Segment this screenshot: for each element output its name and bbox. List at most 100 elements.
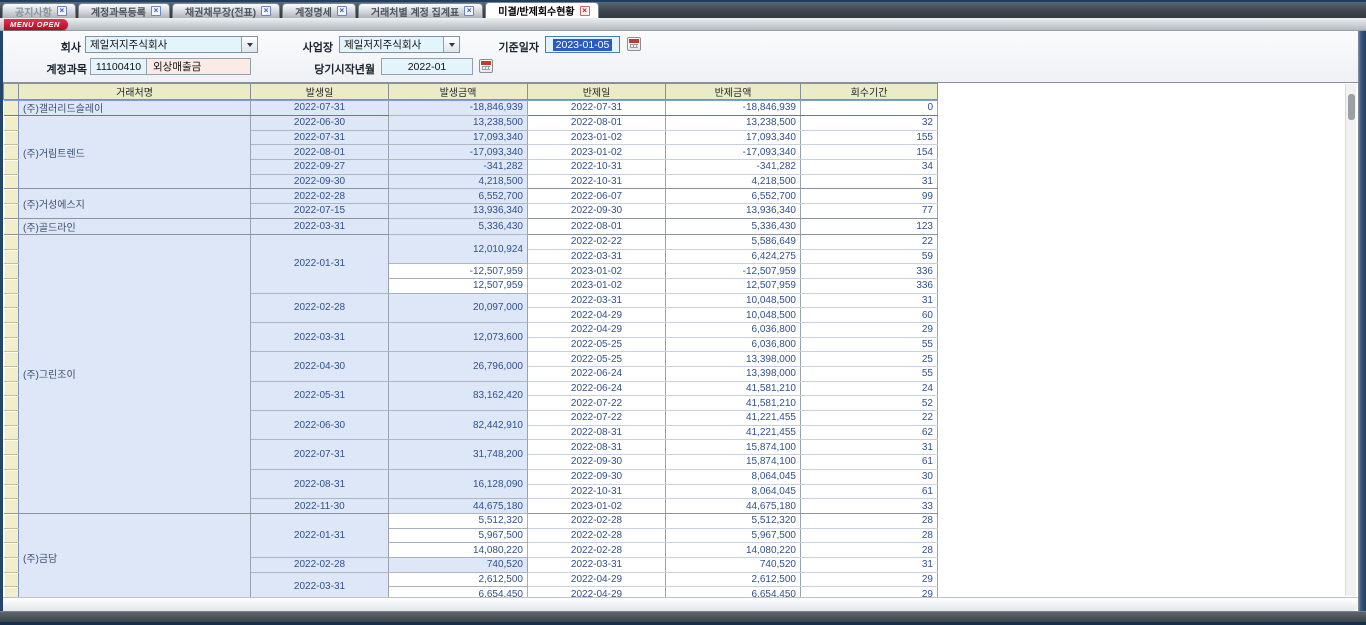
settle-date-cell[interactable]: 2022-05-25: [528, 337, 666, 352]
occur-date-cell[interactable]: 2022-01-31: [251, 234, 389, 293]
settle-amount-cell[interactable]: 740,520: [666, 557, 801, 572]
occur-amount-cell[interactable]: 12,010,924: [389, 234, 528, 263]
row-handle[interactable]: [4, 440, 19, 455]
tab-vendor-account-summary[interactable]: 거래처별 계정 집계표×: [358, 3, 483, 18]
collect-days-cell[interactable]: 59: [801, 249, 938, 264]
settle-amount-cell[interactable]: 10,048,500: [666, 293, 801, 308]
settle-date-cell[interactable]: 2022-07-22: [528, 396, 666, 411]
vendor-cell[interactable]: (주)골드라인: [19, 218, 251, 234]
collect-days-cell[interactable]: 28: [801, 543, 938, 558]
company-select[interactable]: 제일저지주식회사: [85, 36, 258, 53]
settle-date-cell[interactable]: 2023-01-02: [528, 130, 666, 145]
occur-amount-cell[interactable]: 5,336,430: [389, 218, 528, 234]
account-name-field[interactable]: 외상매출금: [146, 58, 251, 75]
collect-days-cell[interactable]: 22: [801, 234, 938, 249]
settle-amount-cell[interactable]: 13,398,000: [666, 352, 801, 367]
settle-amount-cell[interactable]: 5,336,430: [666, 218, 801, 234]
settle-amount-cell[interactable]: 5,967,500: [666, 528, 801, 543]
occur-date-cell[interactable]: 2022-07-31: [251, 130, 389, 145]
collect-days-cell[interactable]: 61: [801, 484, 938, 499]
settle-date-cell[interactable]: 2022-02-22: [528, 234, 666, 249]
collect-days-cell[interactable]: 336: [801, 264, 938, 279]
occur-date-cell[interactable]: 2022-03-31: [251, 572, 389, 597]
settle-amount-cell[interactable]: -17,093,340: [666, 145, 801, 160]
occur-amount-cell[interactable]: 82,442,910: [389, 411, 528, 440]
collect-days-cell[interactable]: 61: [801, 455, 938, 470]
collect-days-cell[interactable]: 60: [801, 308, 938, 323]
collect-days-cell[interactable]: 155: [801, 130, 938, 145]
tab-close-icon[interactable]: ×: [337, 6, 347, 16]
row-handle[interactable]: [4, 572, 19, 587]
row-handle[interactable]: [4, 234, 19, 249]
collect-days-cell[interactable]: 29: [801, 587, 938, 597]
bizplace-select[interactable]: 제일저지주식회사: [339, 36, 460, 53]
occur-date-cell[interactable]: 2022-09-27: [251, 160, 389, 175]
settle-amount-cell[interactable]: 8,064,045: [666, 469, 801, 484]
settle-amount-cell[interactable]: 15,874,100: [666, 455, 801, 470]
row-handle[interactable]: [4, 484, 19, 499]
collect-days-cell[interactable]: 29: [801, 322, 938, 337]
occur-amount-cell[interactable]: -341,282: [389, 160, 528, 175]
grid-row[interactable]: (주)금담2022-01-315,512,3202022-02-285,512,…: [4, 513, 938, 528]
row-handle[interactable]: [4, 218, 19, 234]
tab-close-icon[interactable]: ×: [464, 6, 474, 16]
occur-amount-cell[interactable]: 6,552,700: [389, 189, 528, 204]
collect-days-cell[interactable]: 77: [801, 204, 938, 219]
settle-amount-cell[interactable]: 44,675,180: [666, 499, 801, 514]
settle-amount-cell[interactable]: 41,581,210: [666, 381, 801, 396]
settle-amount-cell[interactable]: 6,036,800: [666, 322, 801, 337]
occur-date-cell[interactable]: 2022-01-31: [251, 513, 389, 557]
row-handle[interactable]: [4, 189, 19, 204]
occur-date-cell[interactable]: 2022-07-15: [251, 204, 389, 219]
grid-row[interactable]: (주)거림트렌드2022-06-3013,238,5002022-08-0113…: [4, 116, 938, 131]
tab-close-icon[interactable]: ×: [151, 6, 161, 16]
settle-amount-cell[interactable]: 13,238,500: [666, 116, 801, 131]
vendor-cell[interactable]: (주)금담: [19, 513, 251, 597]
settle-date-cell[interactable]: 2023-01-02: [528, 264, 666, 279]
collect-days-cell[interactable]: 30: [801, 469, 938, 484]
row-handle[interactable]: [4, 337, 19, 352]
settle-amount-cell[interactable]: 14,080,220: [666, 543, 801, 558]
occur-amount-cell[interactable]: 13,238,500: [389, 116, 528, 131]
occur-amount-cell[interactable]: 740,520: [389, 557, 528, 572]
grid-row[interactable]: (주)그린조이2022-01-3112,010,9242022-02-225,5…: [4, 234, 938, 249]
occur-amount-cell[interactable]: 12,507,959: [389, 278, 528, 293]
row-handle[interactable]: [4, 308, 19, 323]
collect-days-cell[interactable]: 31: [801, 557, 938, 572]
settle-amount-cell[interactable]: 41,221,455: [666, 411, 801, 426]
settle-date-cell[interactable]: 2022-02-28: [528, 528, 666, 543]
settle-amount-cell[interactable]: -18,846,939: [666, 100, 801, 116]
row-handle[interactable]: [4, 264, 19, 279]
tab-close-icon[interactable]: ×: [57, 6, 67, 16]
settle-date-cell[interactable]: 2022-03-31: [528, 557, 666, 572]
row-handle[interactable]: [4, 160, 19, 175]
collect-days-cell[interactable]: 24: [801, 381, 938, 396]
settle-date-cell[interactable]: 2023-01-02: [528, 278, 666, 293]
row-handle[interactable]: [4, 130, 19, 145]
settle-date-cell[interactable]: 2022-04-29: [528, 322, 666, 337]
occur-date-cell[interactable]: 2022-02-28: [251, 189, 389, 204]
tab-close-icon[interactable]: ×: [261, 6, 271, 16]
settle-date-cell[interactable]: 2022-06-07: [528, 189, 666, 204]
settle-date-cell[interactable]: 2022-04-29: [528, 587, 666, 597]
settle-amount-cell[interactable]: -12,507,959: [666, 264, 801, 279]
row-handle[interactable]: [4, 278, 19, 293]
collect-days-cell[interactable]: 31: [801, 174, 938, 189]
vertical-scrollbar-thumb[interactable]: [1348, 94, 1355, 120]
settle-amount-cell[interactable]: 2,612,500: [666, 572, 801, 587]
collect-days-cell[interactable]: 62: [801, 425, 938, 440]
row-handle[interactable]: [4, 557, 19, 572]
occur-amount-cell[interactable]: 17,093,340: [389, 130, 528, 145]
collect-days-cell[interactable]: 22: [801, 411, 938, 426]
row-handle[interactable]: [4, 249, 19, 264]
row-handle[interactable]: [4, 381, 19, 396]
settle-date-cell[interactable]: 2022-09-30: [528, 204, 666, 219]
settle-amount-cell[interactable]: 6,654,450: [666, 587, 801, 597]
menu-open-button[interactable]: MENU OPEN: [4, 19, 68, 30]
collect-days-cell[interactable]: 336: [801, 278, 938, 293]
occur-amount-cell[interactable]: 14,080,220: [389, 543, 528, 558]
settle-date-cell[interactable]: 2022-09-30: [528, 455, 666, 470]
row-handle[interactable]: [4, 352, 19, 367]
occur-date-cell[interactable]: 2022-02-28: [251, 557, 389, 572]
settle-amount-cell[interactable]: -341,282: [666, 160, 801, 175]
